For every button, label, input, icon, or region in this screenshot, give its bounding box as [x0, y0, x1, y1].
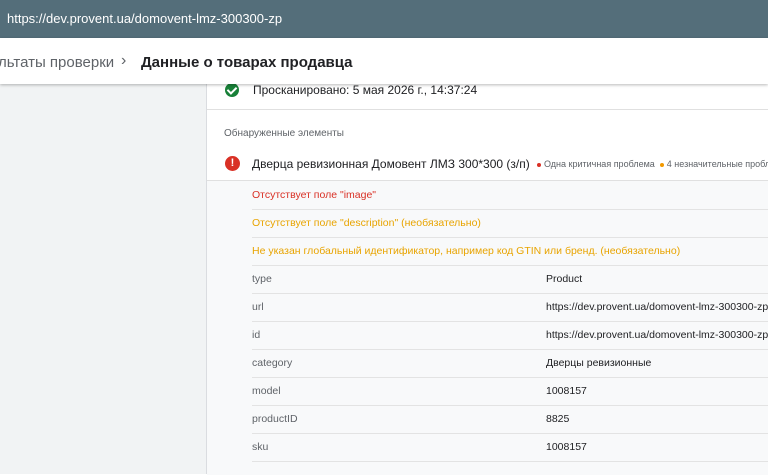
- minor-count: 4 незначительные пробле: [666, 159, 768, 169]
- property-key: productID: [252, 413, 298, 425]
- detected-items-label: Обнаруженные элементы: [224, 128, 344, 139]
- scan-status: Просканировано: 5 мая 2026 г., 14:37:24: [225, 83, 768, 109]
- issue-row[interactable]: Не указан глобальный идентификатор, напр…: [252, 237, 768, 266]
- url-bar: https://dev.provent.ua/domovent-lmz-3003…: [0, 0, 768, 38]
- issue-row[interactable]: Отсутствует поле "description" (необязат…: [252, 209, 768, 238]
- property-row: url https://dev.provent.ua/domovent-lmz-…: [252, 293, 768, 322]
- property-key: sku: [252, 441, 269, 453]
- details-panel: Просканировано: 5 мая 2026 г., 14:37:24 …: [206, 83, 768, 475]
- property-row: sku 1008157: [252, 433, 768, 462]
- page-header: льтаты проверки › Данные о товарах прода…: [0, 38, 768, 84]
- page-url[interactable]: https://dev.provent.ua/domovent-lmz-3003…: [7, 11, 282, 26]
- property-value: 8825: [546, 413, 570, 425]
- property-key: type: [252, 273, 272, 285]
- property-value: https://dev.provent.ua/domovent-lmz-3003…: [546, 329, 768, 341]
- property-key: category: [252, 357, 293, 369]
- property-key: id: [252, 329, 261, 341]
- critical-dot-icon: [537, 162, 541, 167]
- property-row: type Product: [252, 265, 768, 294]
- property-value: 1008157: [546, 385, 587, 397]
- property-value: Дверцы ревизионные: [546, 357, 652, 369]
- left-panel: [0, 84, 206, 474]
- breadcrumb-separator-icon: ›: [121, 52, 127, 69]
- property-value: 1008157: [546, 441, 587, 453]
- detected-item-header[interactable]: ! Дверца ревизионная Домовент ЛМЗ 300*30…: [225, 156, 768, 176]
- property-key: url: [252, 301, 264, 313]
- check-circle-icon: [225, 83, 239, 97]
- breadcrumb-test-results[interactable]: льтаты проверки: [0, 54, 114, 71]
- property-row: model 1008157: [252, 377, 768, 406]
- property-row: id https://dev.provent.ua/domovent-lmz-3…: [252, 321, 768, 350]
- scan-timestamp: Просканировано: 5 мая 2026 г., 14:37:24: [253, 83, 478, 97]
- critical-count: Одна критичная проблема: [544, 159, 655, 169]
- divider: [207, 109, 768, 110]
- property-value: Product: [546, 273, 583, 285]
- page-title: Данные о товарах продавца: [141, 54, 353, 71]
- detected-item-title: Дверца ревизионная Домовент ЛМЗ 300*300 …: [252, 157, 530, 171]
- issue-row[interactable]: Отсутствует поле "image": [252, 181, 768, 210]
- property-row: productID 8825: [252, 405, 768, 434]
- error-icon: !: [225, 156, 240, 171]
- property-key: model: [252, 385, 281, 397]
- item-details: Отсутствует поле "image" Отсутствует пол…: [207, 180, 768, 475]
- property-value: https://dev.provent.ua/domovent-lmz-3003…: [546, 301, 768, 313]
- warning-dot-icon: [659, 162, 664, 167]
- issue-summary: Одна критичная проблема 4 незначительные …: [537, 159, 768, 169]
- property-row: category Дверцы ревизионные: [252, 349, 768, 378]
